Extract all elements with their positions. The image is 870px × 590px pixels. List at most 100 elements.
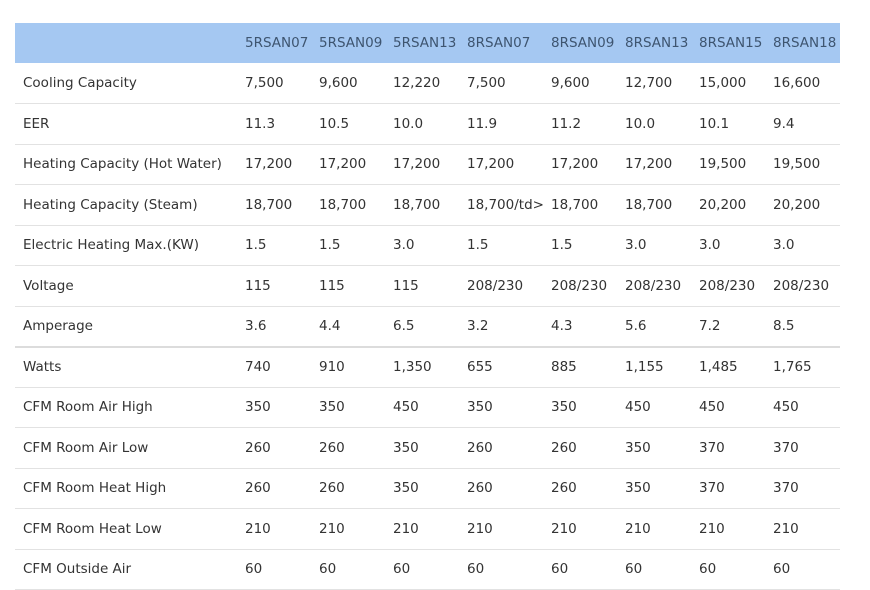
table-cell: 12,220	[393, 75, 441, 91]
table-cell: 260	[245, 480, 271, 497]
row-label: CFM Outside Air	[23, 561, 132, 578]
table-cell: 1,155	[625, 359, 664, 375]
table-cell: 1.5	[245, 237, 267, 254]
table-cell: 450	[773, 399, 799, 416]
table-cell: 18,700	[625, 196, 673, 213]
table-cell: 7,500	[245, 75, 284, 91]
column-header: 8RSAN18	[773, 35, 837, 51]
row-label: Cooling Capacity	[23, 75, 137, 91]
table-header: 5RSAN07 5RSAN09 5RSAN13 8RSAN07 8RSAN09 8RSAN…	[15, 23, 840, 63]
table-cell: 11.2	[551, 115, 582, 132]
table-cell: 350	[625, 480, 651, 497]
row-label: Watts	[23, 359, 62, 375]
table-cell: 208/230	[773, 277, 830, 294]
table-cell: 208/230	[551, 277, 608, 294]
table-cell: 210	[773, 520, 799, 537]
table-cell: 60	[467, 561, 485, 578]
row-label: CFM Room Heat High	[23, 480, 167, 497]
table-cell: 4.4	[319, 318, 341, 334]
table-cell: 10.1	[699, 115, 730, 132]
table-row: Heating Capacity (Steam) 18,700 18,700 18,7…	[15, 185, 840, 225]
table-cell: 10.0	[393, 115, 424, 132]
row-label: Amperage	[23, 318, 93, 334]
table-cell: 350	[625, 439, 651, 456]
table-cell: 3.0	[625, 237, 647, 254]
table-cell: 3.6	[245, 318, 267, 334]
table-cell: 18,700	[319, 196, 367, 213]
table-cell: 370	[773, 480, 799, 497]
table-cell: 885	[551, 359, 577, 375]
header-row: 5RSAN07 5RSAN09 5RSAN13 8RSAN07 8RSAN09 8RSAN…	[15, 23, 840, 63]
table-cell: 450	[625, 399, 651, 416]
table-cell: 60	[245, 561, 263, 578]
column-header: 5RSAN13	[393, 35, 457, 51]
table-cell: 17,200	[393, 156, 441, 173]
table-cell: 350	[393, 439, 419, 456]
table-cell: 208/230	[699, 277, 756, 294]
table-cell: 1,485	[699, 359, 738, 375]
table-cell: 60	[773, 561, 791, 578]
table-cell: 350	[393, 480, 419, 497]
table-row: Heating Capacity (Hot Water) 17,200 17,200…	[15, 144, 840, 185]
column-header: 8RSAN09	[551, 35, 615, 51]
table-cell: 260	[551, 439, 577, 456]
table-cell: 17,200	[319, 156, 367, 173]
row-label: Voltage	[23, 277, 74, 294]
table-cell: 210	[393, 520, 419, 537]
table-cell: 6.5	[393, 318, 415, 334]
table-cell: 350	[467, 399, 493, 416]
column-header: 5RSAN07	[245, 35, 309, 51]
table-row: CFM Room Heat High 260 260 350 260 260 350 370 3…	[15, 468, 840, 509]
table-cell: 20,200	[773, 196, 821, 213]
table-cell: 4.3	[551, 318, 573, 334]
table-cell: 210	[467, 520, 493, 537]
row-label: CFM Room Air High	[23, 399, 153, 416]
table-cell: 210	[245, 520, 271, 537]
table-cell: 9,600	[319, 75, 358, 91]
column-header: 8RSAN13	[625, 35, 689, 51]
table-cell: 740	[245, 359, 271, 375]
table-cell: 5.6	[625, 318, 647, 334]
table-cell: 17,200	[245, 156, 293, 173]
table-cell: 18,700	[551, 196, 599, 213]
table-cell: 8.5	[773, 318, 795, 334]
table-cell: 60	[551, 561, 569, 578]
table-cell: 260	[245, 439, 271, 456]
table-body: Cooling Capacity 7,500 9,600 12,220 7,500 9,6…	[15, 63, 840, 590]
table-cell: 20,200	[699, 196, 747, 213]
table-cell: 18,700/td>	[467, 196, 544, 213]
table-cell: 260	[551, 480, 577, 497]
table-row: EER 11.3 10.5 10.0 11.9 11.2 10.0 10.1 9.4	[15, 104, 840, 144]
table-cell: 260	[319, 439, 345, 456]
table-cell: 10.5	[319, 115, 350, 132]
table-cell: 60	[319, 561, 337, 578]
table-cell: 3.0	[773, 237, 795, 254]
table-row: CFM Room Heat Low 210 210 210 210 210 210 210 21…	[15, 509, 840, 549]
table-cell: 260	[467, 439, 493, 456]
column-header: 8RSAN07	[467, 35, 531, 51]
table-cell: 655	[467, 359, 493, 375]
table-cell: 1.5	[467, 237, 489, 254]
table-cell: 910	[319, 359, 345, 375]
table-cell: 1,765	[773, 359, 812, 375]
table-cell: 1,350	[393, 359, 432, 375]
table-cell: 260	[467, 480, 493, 497]
table-cell: 115	[245, 277, 271, 294]
table-cell: 9,600	[551, 75, 590, 91]
table-cell: 350	[245, 399, 271, 416]
specifications-table: 5RSAN07 5RSAN09 5RSAN13 8RSAN07 8RSAN09 8RSAN…	[15, 23, 840, 590]
table-cell: 1.5	[319, 237, 341, 254]
row-label: Heating Capacity (Hot Water)	[23, 156, 222, 173]
table-cell: 60	[699, 561, 717, 578]
row-label: CFM Room Air Low	[23, 439, 149, 456]
table-cell: 1.5	[551, 237, 573, 254]
table-cell: 208/230	[625, 277, 682, 294]
row-label: Electric Heating Max.(KW)	[23, 237, 199, 254]
table-cell: 7.2	[699, 318, 721, 334]
header-corner-cell	[15, 23, 245, 63]
table-cell: 210	[699, 520, 725, 537]
table-cell: 11.3	[245, 115, 276, 132]
table-cell: 350	[551, 399, 577, 416]
table-row: CFM Room Air Low 260 260 350 260 260 350 370 370	[15, 428, 840, 468]
table-cell: 115	[319, 277, 345, 294]
